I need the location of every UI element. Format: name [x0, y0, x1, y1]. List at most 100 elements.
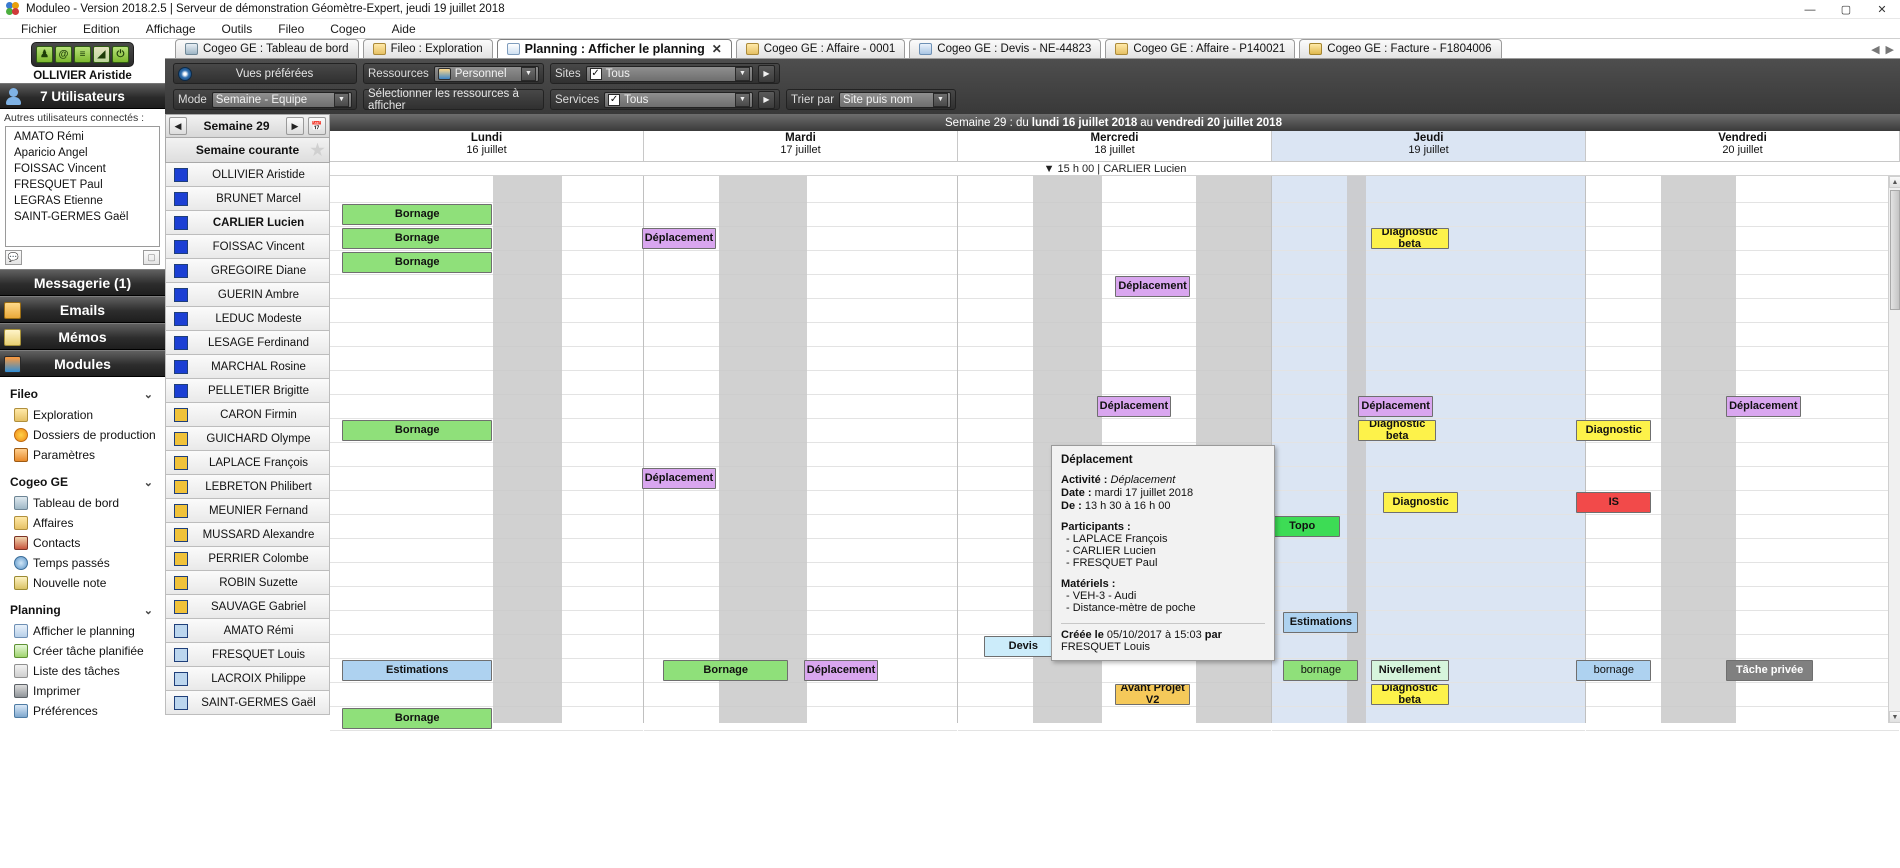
- day-header-jeudi[interactable]: Jeudi 19 juillet: [1272, 131, 1586, 162]
- resource-row[interactable]: ROBIN Suzette: [165, 571, 330, 595]
- sidebar-item-liste-des-taches[interactable]: Liste des tâches: [0, 661, 165, 681]
- resource-row[interactable]: LESAGE Ferdinand: [165, 331, 330, 355]
- list-icon[interactable]: ≡: [74, 46, 91, 63]
- sites-go-button[interactable]: ▶: [758, 65, 775, 83]
- calendar-picker-icon[interactable]: 📅: [308, 117, 326, 135]
- sidebar-item-temps-passes[interactable]: Temps passés: [0, 553, 165, 573]
- services-go-button[interactable]: ▶: [758, 91, 775, 109]
- chat-icon[interactable]: 💬: [5, 250, 22, 265]
- resource-row[interactable]: GUICHARD Olympe: [165, 427, 330, 451]
- sidebar-group-cogeo-ge[interactable]: Cogeo GE ⌄: [0, 465, 165, 493]
- services-dropdown[interactable]: ✓ Tous ▼: [604, 92, 753, 108]
- menu-item-fichier[interactable]: Fichier: [8, 20, 70, 38]
- mode-selector[interactable]: Mode Semaine - Equipe ▼: [173, 89, 357, 110]
- sidebar-memos-button[interactable]: Mémos: [0, 323, 165, 350]
- day-header-lundi[interactable]: Lundi 16 juillet: [330, 131, 644, 162]
- scroll-up-icon[interactable]: ▲: [1889, 176, 1900, 188]
- grid-column-mardi[interactable]: [644, 176, 958, 723]
- connected-users-list[interactable]: AMATO Rémi Aparicio Angel FOISSAC Vincen…: [5, 126, 160, 247]
- mode-dropdown[interactable]: Semaine - Equipe ▼: [212, 92, 352, 108]
- next-week-button[interactable]: ▶: [286, 117, 304, 135]
- sidebar-item-creer-tache-planifiee[interactable]: Créer tâche planifiée: [0, 641, 165, 661]
- tab-fileo-exploration[interactable]: Fileo : Exploration: [363, 39, 493, 58]
- sidebar-item-afficher-le-planning[interactable]: Afficher le planning: [0, 621, 165, 641]
- sidebar-emails-button[interactable]: Emails: [0, 296, 165, 323]
- resource-row[interactable]: SAINT-GERMES Gaël: [165, 691, 330, 715]
- users-header[interactable]: 7 Utilisateurs: [0, 83, 165, 109]
- prev-week-button[interactable]: ◀: [169, 117, 187, 135]
- sort-selector[interactable]: Trier par Site puis nom ▼: [786, 89, 956, 110]
- tab-cogeo-tableau-de-bord[interactable]: Cogeo GE : Tableau de bord: [175, 39, 359, 58]
- resource-row[interactable]: LAPLACE François: [165, 451, 330, 475]
- list-item[interactable]: SAINT-GERMES Gaël: [6, 209, 159, 225]
- sidebar-group-fileo[interactable]: Fileo ⌄: [0, 377, 165, 405]
- resource-row[interactable]: CARON Firmin: [165, 403, 330, 427]
- resource-row[interactable]: OLLIVIER Aristide: [165, 163, 330, 187]
- sidebar-item-contacts[interactable]: Contacts: [0, 533, 165, 553]
- maximize-button[interactable]: ▢: [1828, 0, 1864, 19]
- power-icon[interactable]: ⏻: [112, 46, 129, 63]
- resource-row[interactable]: GREGOIRE Diane: [165, 259, 330, 283]
- checkbox-icon[interactable]: ✓: [590, 68, 602, 80]
- at-icon[interactable]: @: [55, 46, 72, 63]
- resource-row[interactable]: PERRIER Colombe: [165, 547, 330, 571]
- sidebar-item-tableau-de-bord[interactable]: Tableau de bord: [0, 493, 165, 513]
- user-icon[interactable]: ♟: [36, 46, 53, 63]
- sidebar-item-nouvelle-note[interactable]: Nouvelle note: [0, 573, 165, 593]
- menu-item-affichage[interactable]: Affichage: [133, 20, 209, 38]
- tab-next-icon[interactable]: ▶: [1886, 43, 1894, 56]
- sidebar-group-planning[interactable]: Planning ⌄: [0, 593, 165, 621]
- resources-selector[interactable]: Ressources Personnel ▼: [363, 63, 544, 84]
- resource-row[interactable]: SAUVAGE Gabriel: [165, 595, 330, 619]
- day-header-mercredi[interactable]: Mercredi 18 juillet: [958, 131, 1272, 162]
- minimize-button[interactable]: —: [1792, 0, 1828, 19]
- tab-cogeo-affaire-p140021[interactable]: Cogeo GE : Affaire - P140021: [1105, 39, 1295, 58]
- tab-cogeo-affaire-0001[interactable]: Cogeo GE : Affaire - 0001: [736, 39, 905, 58]
- day-header-vendredi[interactable]: Vendredi 20 juillet: [1586, 131, 1900, 162]
- star-icon[interactable]: [310, 143, 325, 158]
- scrollbar-thumb[interactable]: [1890, 190, 1900, 310]
- note-icon[interactable]: ▢: [143, 250, 160, 265]
- close-icon[interactable]: ✕: [712, 42, 722, 56]
- menu-item-outils[interactable]: Outils: [209, 20, 266, 38]
- sidebar-messagerie-button[interactable]: Messagerie (1): [0, 269, 165, 296]
- tab-prev-icon[interactable]: ◀: [1871, 43, 1879, 56]
- tab-cogeo-facture-f1804006[interactable]: Cogeo GE : Facture - F1804006: [1299, 39, 1501, 58]
- resource-row[interactable]: LACROIX Philippe: [165, 667, 330, 691]
- sidebar-item-preferences[interactable]: Préférences: [0, 701, 165, 721]
- day-header-mardi[interactable]: Mardi 17 juillet: [644, 131, 958, 162]
- resource-row[interactable]: CARLIER Lucien: [165, 211, 330, 235]
- list-item[interactable]: Aparicio Angel: [6, 145, 159, 161]
- grid-column-jeudi[interactable]: [1272, 176, 1586, 723]
- resource-row[interactable]: AMATO Rémi: [165, 619, 330, 643]
- resource-row[interactable]: LEDUC Modeste: [165, 307, 330, 331]
- resource-row[interactable]: MEUNIER Fernand: [165, 499, 330, 523]
- resource-row[interactable]: MARCHAL Rosine: [165, 355, 330, 379]
- chevron-down-icon[interactable]: ▼: [334, 93, 349, 107]
- resource-row[interactable]: FRESQUET Louis: [165, 643, 330, 667]
- chevron-down-icon[interactable]: ▼: [735, 67, 750, 81]
- sidebar-modules-button[interactable]: Modules: [0, 350, 165, 377]
- list-item[interactable]: FRESQUET Paul: [6, 177, 159, 193]
- tab-planning-afficher-le-planning[interactable]: Planning : Afficher le planning ✕: [497, 39, 732, 58]
- map-icon[interactable]: ◢: [93, 46, 110, 63]
- resource-row[interactable]: GUERIN Ambre: [165, 283, 330, 307]
- chevron-down-icon[interactable]: ▼: [933, 93, 948, 107]
- current-week-button[interactable]: Semaine courante: [165, 138, 330, 163]
- sites-dropdown[interactable]: ✓ Tous ▼: [586, 66, 753, 82]
- favorite-views-button[interactable]: Vues préférées: [173, 63, 357, 84]
- sidebar-item-imprimer[interactable]: Imprimer: [0, 681, 165, 701]
- close-button[interactable]: ✕: [1864, 0, 1900, 19]
- resource-row[interactable]: LEBRETON Philibert: [165, 475, 330, 499]
- select-resources-button[interactable]: Sélectionner les ressources à afficher: [363, 89, 544, 110]
- sidebar-item-parametres[interactable]: Paramètres: [0, 445, 165, 465]
- menu-item-fileo[interactable]: Fileo: [265, 20, 317, 38]
- checkbox-icon[interactable]: ✓: [608, 94, 620, 106]
- menu-item-cogeo[interactable]: Cogeo: [317, 20, 378, 38]
- scroll-down-icon[interactable]: ▼: [1889, 711, 1900, 723]
- list-item[interactable]: LEGRAS Etienne: [6, 193, 159, 209]
- sidebar-item-exploration[interactable]: Exploration: [0, 405, 165, 425]
- sidebar-item-affaires[interactable]: Affaires: [0, 513, 165, 533]
- sites-filter[interactable]: Sites ✓ Tous ▼ ▶: [550, 63, 780, 84]
- resource-row[interactable]: MUSSARD Alexandre: [165, 523, 330, 547]
